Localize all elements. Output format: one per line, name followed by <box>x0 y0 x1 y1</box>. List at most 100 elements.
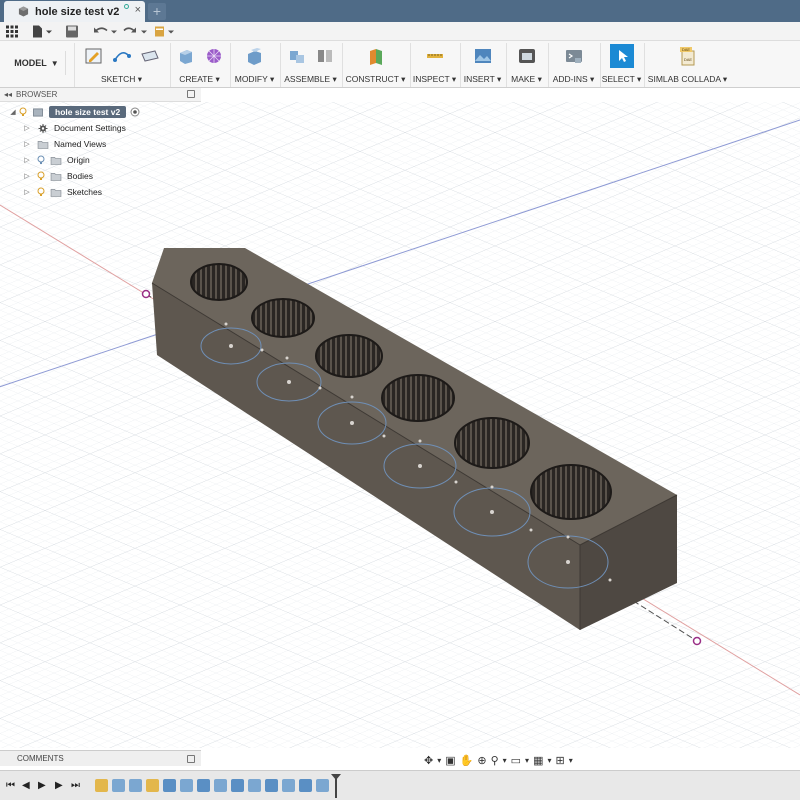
chevron-down-icon[interactable]: ▾ <box>569 756 573 765</box>
timeline-extrude-icon[interactable] <box>248 779 261 792</box>
add-ins-group[interactable]: ADD-INS ▾ <box>548 43 598 87</box>
hole-1[interactable] <box>190 263 248 301</box>
timeline-move-icon[interactable] <box>265 779 278 792</box>
hole-5[interactable] <box>454 417 530 469</box>
grid-settings-icon[interactable]: ▦ <box>533 754 543 767</box>
chevron-down-icon[interactable]: ▾ <box>525 756 529 765</box>
zoom-icon[interactable]: ⊕ <box>477 754 486 767</box>
document-tab[interactable]: hole size test v2 × <box>4 1 145 22</box>
chevron-down-icon[interactable]: ▾ <box>503 756 507 765</box>
inspect-group[interactable]: INSPECT ▾ <box>410 43 458 87</box>
hole-3[interactable] <box>315 334 383 378</box>
timeline-move-icon[interactable] <box>163 779 176 792</box>
tree-item-origin[interactable]: ▷ Origin <box>0 152 200 168</box>
dae-export-icon[interactable]: DAE DAE <box>678 46 698 66</box>
chevron-down-icon[interactable]: ▾ <box>547 756 551 765</box>
undo-icon[interactable] <box>92 24 118 39</box>
expand-arrow-icon[interactable]: ▷ <box>22 172 32 180</box>
comments-panel-header[interactable]: COMMENTS <box>0 750 201 766</box>
timeline-extrude-icon[interactable] <box>214 779 227 792</box>
chevron-down-icon[interactable]: ▾ <box>437 756 441 765</box>
step-back-icon[interactable]: ◀ <box>22 781 30 791</box>
timeline-sketch-icon[interactable] <box>146 779 159 792</box>
timeline-move-icon[interactable] <box>197 779 210 792</box>
create-group[interactable]: CREATE ▾ <box>170 43 228 87</box>
lightbulb-icon[interactable] <box>18 107 28 117</box>
expand-arrow-icon[interactable]: ▷ <box>22 140 32 148</box>
new-tab-button[interactable]: + <box>148 3 166 20</box>
insert-image-icon[interactable] <box>473 46 493 66</box>
file-menu-icon[interactable] <box>31 24 53 39</box>
simlab-collada-group[interactable]: DAE DAE SIMLAB COLLADA ▾ <box>644 43 730 87</box>
axis-start-point[interactable] <box>141 289 151 299</box>
select-group[interactable]: SELECT ▾ <box>600 43 642 87</box>
orbit-icon[interactable]: ✥ <box>424 754 433 767</box>
browser-header[interactable]: ◂◂ BROWSER <box>0 88 201 102</box>
tree-item-bodies[interactable]: ▷ Bodies <box>0 168 200 184</box>
offset-plane-icon[interactable] <box>366 46 386 66</box>
save-icon[interactable] <box>65 24 79 39</box>
box-icon[interactable] <box>176 46 196 66</box>
lightbulb-icon[interactable] <box>36 171 46 181</box>
new-component-icon[interactable] <box>287 46 307 66</box>
step-forward-icon[interactable]: ▶ <box>55 781 63 791</box>
assemble-label: ASSEMBLE ▾ <box>284 74 337 84</box>
rectangle-icon[interactable] <box>140 46 160 66</box>
close-tab-button[interactable]: × <box>135 5 141 16</box>
sketch-group[interactable]: SKETCH ▾ <box>74 43 168 87</box>
line-icon[interactable] <box>112 46 132 66</box>
tree-item-document-settings[interactable]: ▷ Document Settings <box>0 120 200 136</box>
pan-icon[interactable]: ✋ <box>460 754 474 767</box>
tree-root[interactable]: ◢ hole size test v2 <box>0 104 200 120</box>
measure-icon[interactable] <box>425 46 445 66</box>
assemble-group[interactable]: ASSEMBLE ▾ <box>280 43 340 87</box>
activate-radio-icon[interactable] <box>130 107 140 117</box>
timeline-extrude-icon[interactable] <box>129 779 142 792</box>
timeline-move-icon[interactable] <box>299 779 312 792</box>
expand-arrow-icon[interactable]: ▷ <box>22 124 32 132</box>
timeline-extrude-icon[interactable] <box>282 779 295 792</box>
insert-group[interactable]: INSERT ▾ <box>460 43 504 87</box>
timeline-sketch-icon[interactable] <box>95 779 108 792</box>
modify-group[interactable]: MODIFY ▾ <box>230 43 278 87</box>
joint-icon[interactable] <box>315 46 335 66</box>
hole-6[interactable] <box>530 464 612 520</box>
redo-icon[interactable] <box>122 24 148 39</box>
collapse-icon[interactable]: ◂◂ <box>4 90 12 99</box>
timeline-marker[interactable] <box>331 774 341 798</box>
lightbulb-icon[interactable] <box>36 187 46 197</box>
go-to-end-icon[interactable]: ⏭ <box>71 781 80 791</box>
press-pull-icon[interactable] <box>245 46 265 66</box>
fit-icon[interactable]: ⚲ <box>491 754 499 767</box>
hole-2[interactable] <box>251 298 315 338</box>
axis-end-point[interactable] <box>692 636 702 646</box>
expand-arrow-icon[interactable]: ▷ <box>22 188 32 196</box>
workspace-switcher[interactable]: MODEL ▼ <box>8 51 66 75</box>
pin-icon[interactable] <box>187 755 195 763</box>
create-sketch-icon[interactable] <box>84 46 104 66</box>
lightbulb-off-icon[interactable] <box>36 155 46 165</box>
display-settings-icon[interactable]: ▭ <box>511 754 521 767</box>
timeline-extrude-icon[interactable] <box>112 779 125 792</box>
select-cursor-icon[interactable] <box>609 44 634 68</box>
job-status-icon[interactable] <box>153 24 175 39</box>
scripts-icon[interactable] <box>564 46 584 66</box>
tree-item-sketches[interactable]: ▷ Sketches <box>0 184 200 200</box>
construct-group[interactable]: CONSTRUCT ▾ <box>342 43 408 87</box>
timeline-extrude-icon[interactable] <box>180 779 193 792</box>
look-at-icon[interactable]: ▣ <box>445 754 455 767</box>
hole-4[interactable] <box>381 374 455 422</box>
expand-arrow-icon[interactable]: ◢ <box>8 108 18 116</box>
expand-arrow-icon[interactable]: ▷ <box>22 156 32 164</box>
make-group[interactable]: MAKE ▾ <box>506 43 546 87</box>
timeline-extrude-icon[interactable] <box>316 779 329 792</box>
tree-item-named-views[interactable]: ▷ Named Views <box>0 136 200 152</box>
timeline-move-icon[interactable] <box>231 779 244 792</box>
pin-icon[interactable] <box>187 90 195 98</box>
form-icon[interactable] <box>204 46 224 66</box>
3d-print-icon[interactable] <box>517 46 537 66</box>
app-grid-icon[interactable] <box>5 24 19 39</box>
viewports-icon[interactable]: ⊞ <box>555 754 564 767</box>
go-to-start-icon[interactable]: ⏮ <box>6 781 15 791</box>
play-icon[interactable]: ▶ <box>38 781 46 791</box>
